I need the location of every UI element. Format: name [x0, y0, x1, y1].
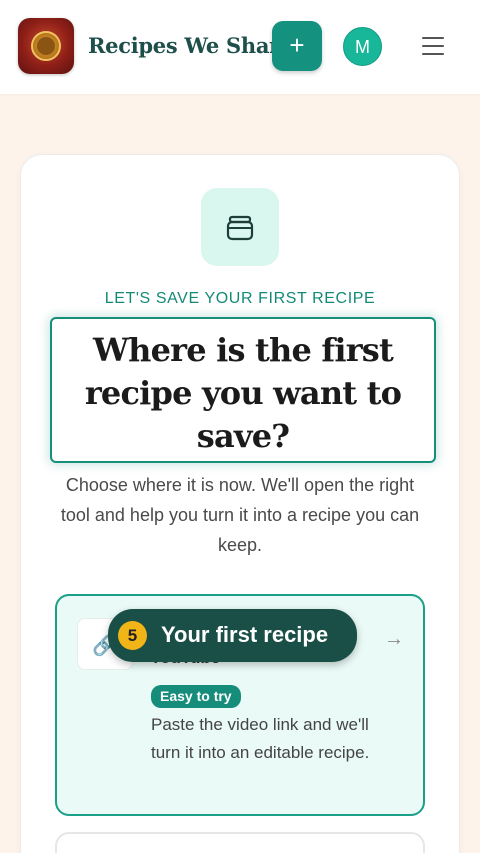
arrow-right-icon[interactable]: → — [384, 628, 404, 651]
app-header: Recipes We Share + M — [0, 0, 480, 94]
step-number-badge: 5 — [118, 621, 147, 650]
tree-seal-logo[interactable] — [18, 18, 74, 74]
hamburger-icon[interactable] — [422, 37, 446, 55]
logo-tree — [37, 37, 55, 55]
onboarding-tooltip[interactable]: 5 Your first recipe — [108, 609, 357, 662]
easy-badge: Easy to try — [151, 685, 241, 708]
headline-highlight: Where is the first recipe you want to sa… — [50, 317, 436, 463]
option-description: Paste the video link and we'll turn it i… — [151, 715, 370, 762]
option-next[interactable] — [55, 832, 425, 853]
eyebrow-text: LET'S SAVE YOUR FIRST RECIPE — [104, 290, 376, 307]
jar-icon — [201, 188, 279, 266]
tooltip-text: Your first recipe — [161, 622, 329, 647]
page-title: Where is the first recipe you want to sa… — [84, 331, 402, 455]
subtitle-text: Choose where it is now. We'll open the r… — [60, 475, 420, 555]
brand-title[interactable]: Recipes We Share — [88, 33, 293, 58]
avatar[interactable]: M — [343, 27, 382, 66]
add-recipe-button[interactable]: + — [272, 21, 322, 71]
